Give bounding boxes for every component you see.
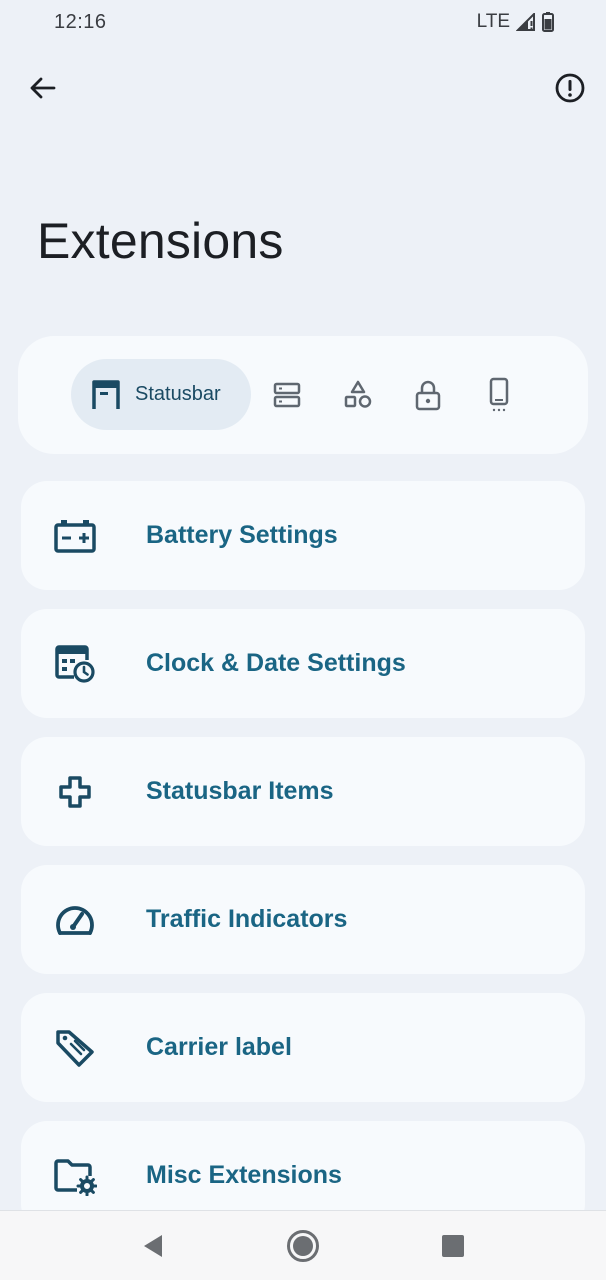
statusbar-items-card[interactable]: Statusbar Items — [21, 737, 585, 846]
category-statusbar[interactable]: Statusbar — [71, 359, 251, 430]
status-indicators: LTE — [477, 11, 554, 33]
speedometer-icon — [53, 899, 97, 941]
network-type: LTE — [476, 11, 510, 32]
nav-home-button[interactable] — [285, 1228, 321, 1264]
clock-date-settings-label: Clock & Date Settings — [146, 649, 406, 677]
category-device[interactable] — [483, 377, 515, 413]
shapes-icon — [344, 380, 372, 408]
screen: 12:16 LTE Extensions Statusbar Battery S… — [0, 0, 606, 1280]
category-statusbar-label: Statusbar — [135, 383, 221, 405]
nav-home-icon — [287, 1230, 319, 1262]
category-quick-settings[interactable] — [271, 377, 303, 413]
nav-back-icon — [144, 1235, 162, 1257]
battery-settings-label: Battery Settings — [146, 521, 338, 549]
statusbar-items-label: Statusbar Items — [146, 777, 334, 805]
misc-extensions-label: Misc Extensions — [146, 1161, 342, 1189]
battery-status-icon — [542, 12, 554, 32]
tag-icon — [53, 1027, 97, 1069]
info-button[interactable] — [550, 68, 590, 108]
system-navigation-bar — [0, 1210, 606, 1280]
traffic-indicators-card[interactable]: Traffic Indicators — [21, 865, 585, 974]
top-app-bar — [0, 62, 606, 114]
plus-icon — [53, 771, 97, 813]
category-lockscreen[interactable] — [412, 377, 444, 413]
carrier-label-card[interactable]: Carrier label — [21, 993, 585, 1102]
battery-icon — [53, 515, 97, 557]
clock-date-settings-card[interactable]: Clock & Date Settings — [21, 609, 585, 718]
nav-recents-button[interactable] — [435, 1228, 471, 1264]
nav-recents-icon — [442, 1235, 464, 1257]
battery-settings-card[interactable]: Battery Settings — [21, 481, 585, 590]
category-shapes[interactable] — [342, 377, 374, 413]
arrow-left-icon — [30, 77, 56, 99]
status-time: 12:16 — [54, 11, 107, 33]
traffic-indicators-label: Traffic Indicators — [146, 905, 348, 933]
nav-back-button[interactable] — [135, 1228, 171, 1264]
folder-gear-icon — [53, 1155, 97, 1197]
quick-settings-icon — [273, 382, 301, 408]
signal-icon — [516, 13, 536, 31]
back-button[interactable] — [22, 68, 62, 108]
calendar-clock-icon — [53, 643, 97, 685]
statusbar-icon — [92, 379, 120, 409]
category-selector: Statusbar — [18, 336, 588, 454]
alert-circle-icon — [555, 73, 585, 103]
carrier-label-label: Carrier label — [146, 1033, 292, 1061]
phone-icon — [489, 377, 509, 412]
page-title: Extensions — [37, 213, 284, 269]
lock-icon — [415, 380, 441, 411]
status-bar: 12:16 LTE — [0, 0, 606, 46]
